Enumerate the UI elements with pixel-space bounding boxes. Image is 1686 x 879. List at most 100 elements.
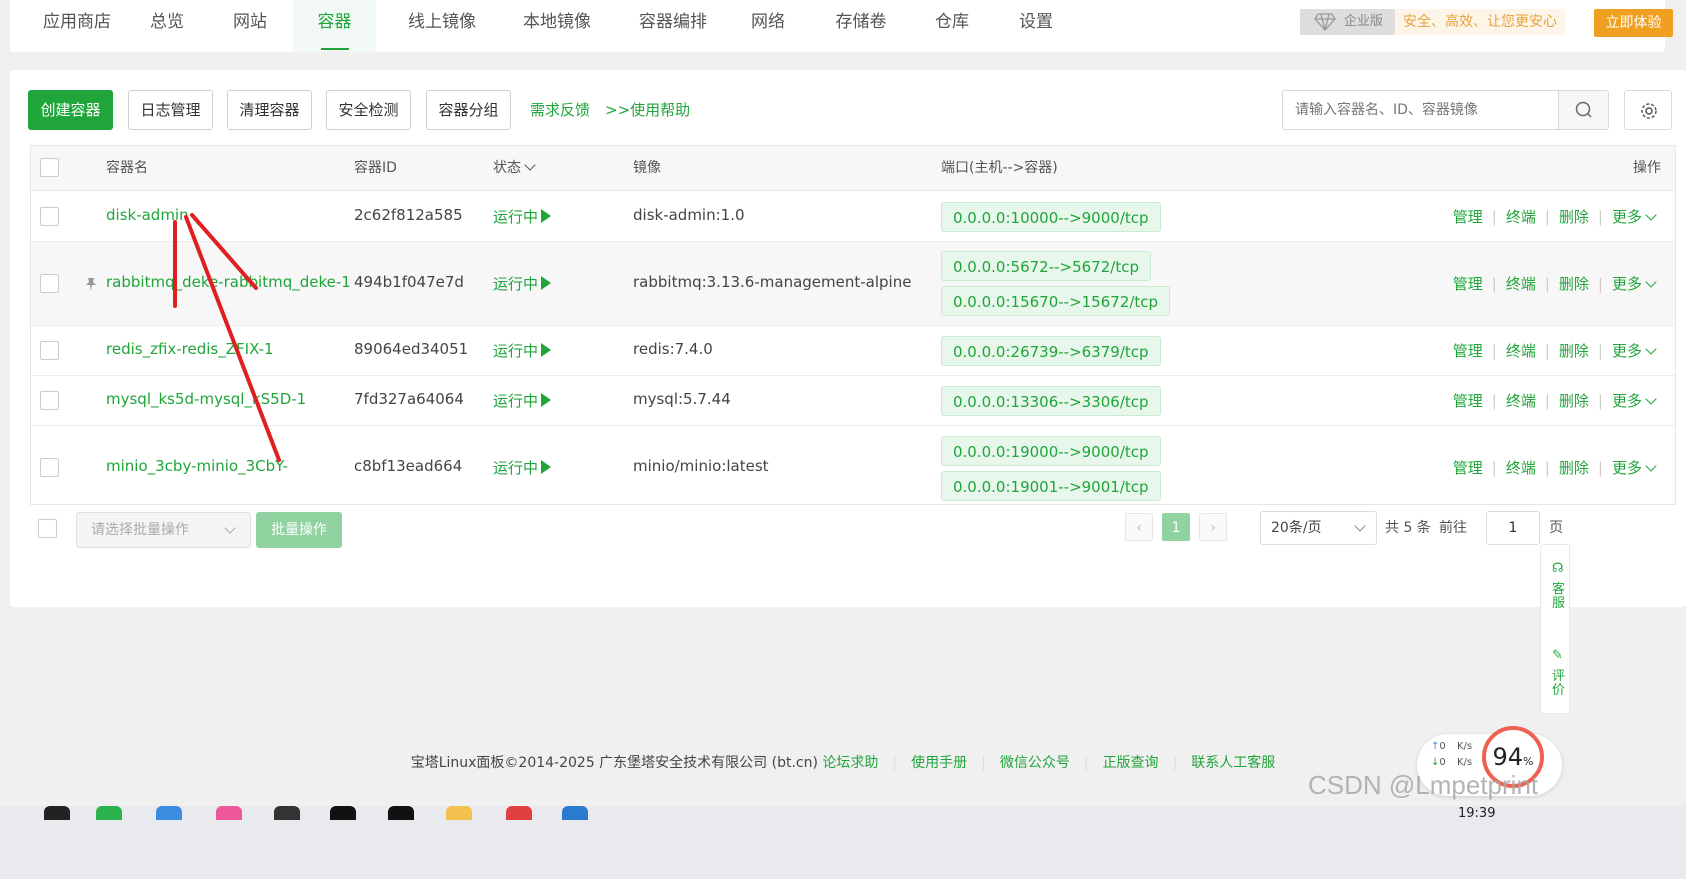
github-icon[interactable] [274,806,300,820]
table-row: redis_zfix-redis_ZFIX-1 89064ed34051 运行中… [31,326,1675,376]
tab-app-store[interactable]: 应用商店 [22,0,132,52]
status-badge[interactable]: 运行中 [493,206,552,227]
terminal-link[interactable]: 终端 [1506,342,1536,360]
footer-link-support[interactable]: 联系人工客服 [1191,755,1275,771]
next-page-button[interactable]: › [1199,513,1227,541]
container-id: 89064ed34051 [354,340,469,358]
enterprise-badge[interactable]: 企业版 [1300,9,1395,35]
qq-icon[interactable] [44,806,70,820]
row-checkbox[interactable] [40,207,59,226]
manage-link[interactable]: 管理 [1453,342,1483,360]
status-badge[interactable]: 运行中 [493,457,552,478]
goto-page-input[interactable]: 1 [1486,511,1540,545]
page-size-select[interactable]: 20条/页 [1260,511,1377,545]
tab-network[interactable]: 网络 [738,0,798,52]
taskbar: 19:39 [0,806,1686,879]
container-image: rabbitmq:3.13.6-management-alpine [633,273,912,291]
more-dropdown[interactable]: 更多 [1611,459,1657,477]
delete-link[interactable]: 删除 [1559,392,1589,410]
settings-button[interactable] [1624,90,1672,130]
manage-link[interactable]: 管理 [1453,275,1483,293]
delete-link[interactable]: 删除 [1559,275,1589,293]
search-icon [1575,101,1592,118]
status-badge[interactable]: 运行中 [493,273,552,294]
folder-icon[interactable] [446,806,472,820]
tiktok-icon[interactable] [388,806,414,820]
more-label: 更多 [1611,342,1642,360]
create-container-button[interactable]: 创建容器 [28,90,113,130]
terminal-link[interactable]: 终端 [1506,392,1536,410]
tab-compose[interactable]: 容器编排 [623,0,723,52]
footer-link-manual[interactable]: 使用手册 [911,755,967,771]
terminal-link[interactable]: 终端 [1506,208,1536,226]
terminal-link[interactable]: 终端 [1506,459,1536,477]
enterprise-slogan[interactable]: 安全、高效、让您更安心 [1395,9,1565,35]
more-dropdown[interactable]: 更多 [1611,342,1657,360]
select-all-checkbox[interactable] [40,158,59,177]
row-checkbox[interactable] [40,274,59,293]
status-badge[interactable]: 运行中 [493,340,552,361]
container-name-link[interactable]: mysql_ks5d-mysql_kS5D-1 [106,390,306,408]
search-input[interactable] [1283,91,1559,129]
action-separator: | [1544,342,1550,360]
review-button[interactable]: 评价 [1552,670,1566,698]
more-label: 更多 [1611,459,1642,477]
prev-page-button[interactable]: ‹ [1125,513,1153,541]
tab-online-images[interactable]: 线上镜像 [392,0,492,52]
tab-overview[interactable]: 总览 [135,0,199,52]
app-icon[interactable] [216,806,242,820]
system-clock: 19:39 [1458,806,1496,821]
customer-service-button[interactable]: 客服 [1552,583,1566,611]
batch-select-all-checkbox[interactable] [38,519,57,538]
manage-link[interactable]: 管理 [1453,208,1483,226]
container-group-button[interactable]: 容器分组 [426,90,511,130]
table-row: disk-admin 2c62f812a585 运行中 disk-admin:1… [31,192,1675,242]
terminal-icon[interactable] [330,806,356,820]
browser-icon[interactable] [156,806,182,820]
tab-registry[interactable]: 仓库 [922,0,982,52]
delete-link[interactable]: 删除 [1559,459,1589,477]
header-status[interactable]: 状态 [493,146,536,191]
container-name-link[interactable]: minio_3cby-minio_3CbY- [106,457,288,475]
container-name-link[interactable]: disk-admin [106,206,189,224]
try-now-button[interactable]: 立即体验 [1594,9,1673,37]
manage-link[interactable]: 管理 [1453,392,1483,410]
status-badge[interactable]: 运行中 [493,390,552,411]
tab-containers[interactable]: 容器 [293,0,376,52]
enterprise-label: 企业版 [1344,14,1384,29]
terminal-link[interactable]: 终端 [1506,275,1536,293]
tab-local-images[interactable]: 本地镜像 [507,0,607,52]
row-checkbox[interactable] [40,341,59,360]
footer-link-wechat[interactable]: 微信公众号 [1000,755,1070,771]
jetbrains-icon[interactable] [506,806,532,820]
footer-link-license[interactable]: 正版查询 [1103,755,1159,771]
delete-link[interactable]: 删除 [1559,208,1589,226]
wechat-icon[interactable] [96,806,122,820]
tab-volumes[interactable]: 存储卷 [821,0,901,52]
download-speed: ↓0 K/s [1431,757,1472,768]
tab-settings[interactable]: 设置 [1006,0,1066,52]
clean-containers-button[interactable]: 清理容器 [227,90,312,130]
manage-link[interactable]: 管理 [1453,459,1483,477]
batch-action-button[interactable]: 批量操作 [256,512,342,548]
container-name-link[interactable]: rabbitmq_deke-rabbitmq_deke-1 [106,273,351,291]
help-link[interactable]: >>使用帮助 [605,90,690,130]
page-number[interactable]: 1 [1162,513,1190,541]
row-checkbox[interactable] [40,458,59,477]
search-button[interactable] [1558,91,1608,129]
log-management-button[interactable]: 日志管理 [128,90,213,130]
batch-action-select[interactable]: 请选择批量操作 [76,512,251,548]
pin-icon[interactable] [83,276,99,292]
footer-link-forum[interactable]: 论坛求助 [822,755,878,771]
delete-link[interactable]: 删除 [1559,342,1589,360]
feedback-link[interactable]: 需求反馈 [530,90,590,130]
security-check-button[interactable]: 安全检测 [326,90,411,130]
container-name-link[interactable]: redis_zfix-redis_ZFIX-1 [106,340,274,358]
vscode-icon[interactable] [562,806,588,820]
more-dropdown[interactable]: 更多 [1612,208,1657,226]
more-dropdown[interactable]: 更多 [1612,275,1657,293]
action-separator: | [1597,208,1603,226]
tab-websites[interactable]: 网站 [218,0,282,52]
more-dropdown[interactable]: 更多 [1612,392,1657,410]
row-checkbox[interactable] [40,391,59,410]
